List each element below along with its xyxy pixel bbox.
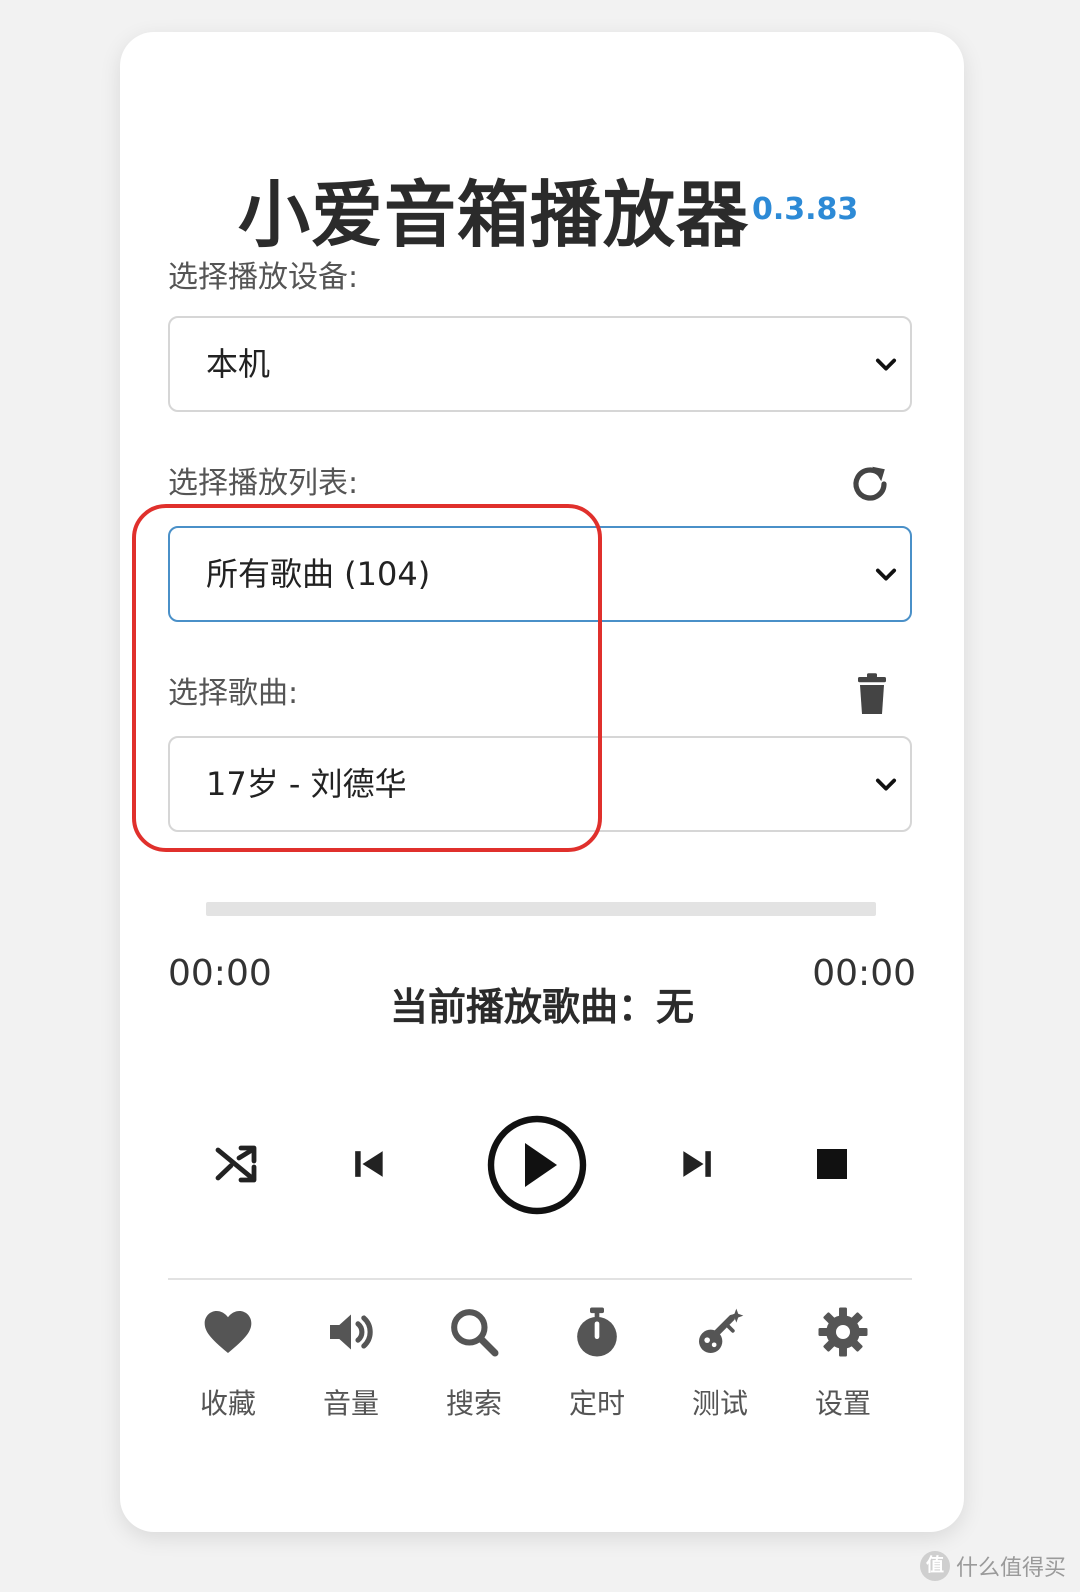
- heart-icon: [204, 1311, 252, 1353]
- search-icon: [451, 1309, 499, 1357]
- song-select[interactable]: 17岁 - 刘德华: [168, 736, 912, 832]
- chevron-down-icon: [875, 778, 897, 791]
- stop-icon: [817, 1149, 847, 1179]
- device-selected-value: 本机: [206, 345, 271, 383]
- stopwatch-icon: [577, 1307, 617, 1357]
- playlist-selected-value: 所有歌曲 (104): [206, 555, 431, 593]
- previous-icon: [355, 1151, 383, 1177]
- previous-button[interactable]: [318, 1114, 418, 1214]
- play-button[interactable]: [482, 1110, 592, 1220]
- app-title: 小爱音箱播放器: [238, 173, 750, 257]
- gear-icon: [818, 1307, 868, 1357]
- watermark-badge: 值: [919, 1551, 950, 1581]
- nav-label: 定时: [568, 1387, 625, 1420]
- volume-icon: [330, 1314, 373, 1350]
- nav-item-timer[interactable]: 定时: [542, 1304, 652, 1444]
- player-card: 小爱音箱播放器 0.3.83 选择播放设备: 本机 选择播放列表: 所有歌曲 (…: [120, 32, 964, 1532]
- next-button[interactable]: [648, 1114, 748, 1214]
- title-row: 小爱音箱播放器 0.3.83: [120, 170, 964, 260]
- chevron-down-icon: [875, 568, 897, 581]
- nav-item-favorites[interactable]: 收藏: [173, 1304, 283, 1444]
- nav-label: 搜索: [445, 1387, 502, 1420]
- nav-label: 音量: [322, 1387, 379, 1420]
- nav-label: 设置: [814, 1387, 871, 1420]
- shuffle-icon: [215, 1145, 257, 1183]
- nav-label: 收藏: [199, 1387, 256, 1420]
- shuffle-button[interactable]: [186, 1114, 286, 1214]
- nav-item-volume[interactable]: 音量: [296, 1304, 406, 1444]
- refresh-icon[interactable]: [846, 460, 894, 508]
- test-icon: [699, 1308, 744, 1353]
- chevron-down-icon: [875, 358, 897, 371]
- playlist-label: 选择播放列表:: [168, 466, 359, 501]
- now-playing-text: 当前播放歌曲：无: [389, 985, 694, 1029]
- next-icon: [683, 1151, 711, 1177]
- nav-item-test[interactable]: 测试: [665, 1304, 775, 1444]
- watermark: 值 什么值得买: [919, 1550, 1066, 1582]
- nav-label: 测试: [691, 1387, 748, 1420]
- app-version: 0.3.83: [752, 192, 859, 227]
- play-icon: [487, 1115, 587, 1215]
- device-select[interactable]: 本机: [168, 316, 912, 412]
- device-label: 选择播放设备:: [168, 260, 359, 295]
- nav-item-settings[interactable]: 设置: [788, 1304, 898, 1444]
- divider: [168, 1278, 912, 1280]
- song-selected-value: 17岁 - 刘德华: [206, 765, 407, 803]
- stop-button[interactable]: [782, 1114, 882, 1214]
- playlist-select[interactable]: 所有歌曲 (104): [168, 526, 912, 622]
- trash-icon[interactable]: [848, 670, 896, 718]
- nav-item-search[interactable]: 搜索: [419, 1304, 529, 1444]
- song-label: 选择歌曲:: [168, 676, 299, 711]
- progress-bar[interactable]: [206, 902, 876, 916]
- watermark-text: 什么值得买: [955, 1556, 1066, 1581]
